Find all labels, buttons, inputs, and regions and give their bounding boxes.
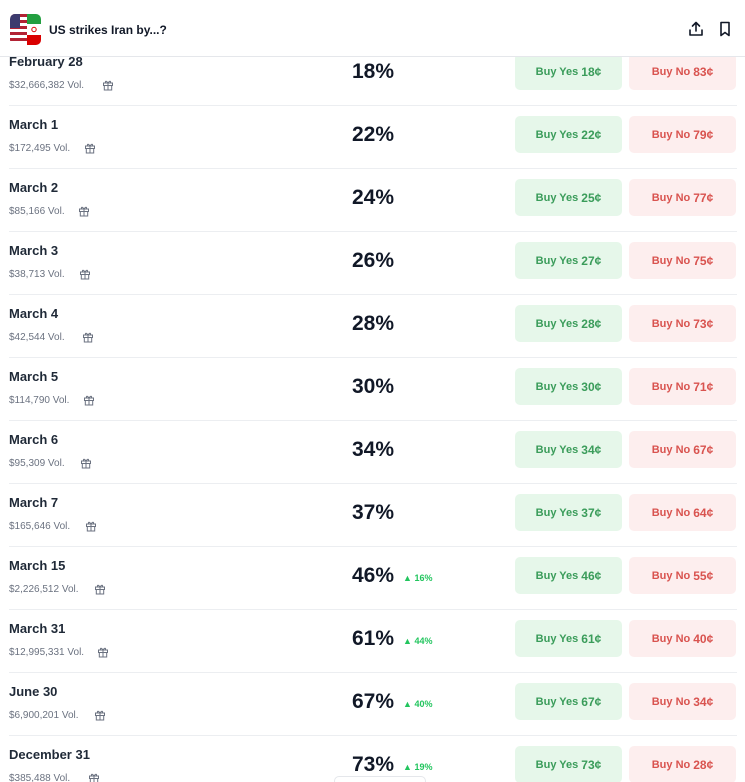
buy-no-button[interactable]: Buy No 40¢ — [629, 620, 736, 657]
up-arrow-icon: ▲ — [403, 699, 412, 709]
buy-no-button[interactable]: Buy No 55¢ — [629, 557, 736, 594]
outcome-date: December 31 — [9, 747, 90, 762]
buy-yes-button[interactable]: Buy Yes 25¢ — [515, 179, 622, 216]
outcome-date: March 2 — [9, 180, 59, 195]
buy-no-button[interactable]: Buy No 79¢ — [629, 116, 736, 153]
outcome-date: June 30 — [9, 684, 58, 699]
outcome-chance: 18% — [351, 60, 395, 83]
buy-yes-button[interactable]: Buy Yes 37¢ — [515, 494, 622, 531]
outcome-volume: $165,646 Vol. — [9, 521, 71, 532]
buy-yes-button[interactable]: Buy Yes 18¢ — [515, 53, 622, 90]
outcome-row: March 15 $2,226,512 Vol. 46% ▲ 16% Buy Y… — [9, 547, 737, 610]
outcome-volume: $95,309 Vol. — [9, 458, 65, 469]
outcome-date: March 4 — [9, 306, 59, 321]
outcome-volume: $32,666,382 Vol. — [9, 80, 85, 91]
outcome-chance: 34% — [351, 438, 395, 461]
outcome-row: June 30 $6,900,201 Vol. 67% ▲ 40% Buy Ye… — [9, 673, 737, 736]
outcome-row: March 7 $165,646 Vol. 37% Buy Yes 37¢ Buy… — [9, 484, 737, 547]
outcome-date: March 6 — [9, 432, 59, 447]
outcome-row: March 1 $172,495 Vol. 22% Buy Yes 22¢ Buy… — [9, 106, 737, 169]
outcome-row: March 5 $114,790 Vol. 30% Buy Yes 30¢ Buy… — [9, 358, 737, 421]
change-badge: ▲ 44% — [403, 636, 433, 646]
buy-no-button[interactable]: Buy No 83¢ — [629, 53, 736, 90]
market-title: US strikes Iran by...? — [49, 23, 167, 37]
up-arrow-icon: ▲ — [403, 573, 412, 583]
outcome-date: March 7 — [9, 495, 59, 510]
buy-no-button[interactable]: Buy No 77¢ — [629, 179, 736, 216]
buy-yes-button[interactable]: Buy Yes 28¢ — [515, 305, 622, 342]
us-iran-flag-icon — [10, 14, 41, 45]
outcome-date: March 3 — [9, 243, 59, 258]
gift-icon[interactable] — [82, 331, 94, 343]
buy-yes-button[interactable]: Buy Yes 61¢ — [515, 620, 622, 657]
outcome-row: March 6 $95,309 Vol. 34% Buy Yes 34¢ Buy … — [9, 421, 737, 484]
buy-no-button[interactable]: Buy No 28¢ — [629, 746, 736, 782]
change-badge: ▲ 19% — [403, 762, 433, 772]
outcome-volume: $385,488 Vol. — [9, 773, 71, 782]
outcome-volume: $12,995,331 Vol. — [9, 647, 85, 658]
outcome-row: March 3 $38,713 Vol. 26% Buy Yes 27¢ Buy … — [9, 232, 737, 295]
outcome-date: March 1 — [9, 117, 59, 132]
gift-icon[interactable] — [88, 772, 100, 782]
gift-icon[interactable] — [80, 457, 92, 469]
outcome-volume: $114,790 Vol. — [9, 395, 70, 406]
buy-yes-button[interactable]: Buy Yes 22¢ — [515, 116, 622, 153]
gift-icon[interactable] — [94, 709, 106, 721]
gift-icon[interactable] — [97, 646, 109, 658]
up-arrow-icon: ▲ — [403, 762, 412, 772]
buy-yes-button[interactable]: Buy Yes 30¢ — [515, 368, 622, 405]
bookmark-icon[interactable] — [716, 20, 734, 38]
outcome-chance: 24% — [351, 186, 395, 209]
outcome-chance: 26% — [351, 249, 395, 272]
outcome-chance: 37% — [351, 501, 395, 524]
outcome-volume: $172,495 Vol. — [9, 143, 71, 154]
gift-icon[interactable] — [83, 394, 95, 406]
buy-no-button[interactable]: Buy No 64¢ — [629, 494, 736, 531]
outcome-chance: 28% — [351, 312, 395, 335]
outcome-volume: $38,713 Vol. — [9, 269, 65, 280]
gift-icon[interactable] — [94, 583, 106, 595]
market-header: US strikes Iran by...? — [0, 0, 745, 57]
outcome-date: March 31 — [9, 621, 66, 636]
outcome-chance: 30% — [351, 375, 395, 398]
outcome-chance: 22% — [351, 123, 395, 146]
outcome-date: March 15 — [9, 558, 66, 573]
market-page: February 28 $32,666,382 Vol. 18% Buy Yes… — [0, 0, 745, 782]
gift-icon[interactable] — [84, 142, 96, 154]
outcome-row: March 2 $85,166 Vol. 24% Buy Yes 25¢ Buy … — [9, 169, 737, 232]
outcome-row: March 4 $42,544 Vol. 28% Buy Yes 28¢ Buy … — [9, 295, 737, 358]
gift-icon[interactable] — [85, 520, 97, 532]
buy-yes-button[interactable]: Buy Yes 46¢ — [515, 557, 622, 594]
outcome-volume: $2,226,512 Vol. — [9, 584, 79, 595]
change-badge: ▲ 16% — [403, 573, 433, 583]
buy-yes-button[interactable]: Buy Yes 27¢ — [515, 242, 622, 279]
scroll-indicator[interactable] — [334, 776, 426, 782]
buy-no-button[interactable]: Buy No 71¢ — [629, 368, 736, 405]
up-arrow-icon: ▲ — [403, 636, 412, 646]
change-badge: ▲ 40% — [403, 699, 433, 709]
outcome-volume: $6,900,201 Vol. — [9, 710, 79, 721]
outcome-date: March 5 — [9, 369, 59, 384]
buy-no-button[interactable]: Buy No 73¢ — [629, 305, 736, 342]
gift-icon[interactable] — [78, 205, 90, 217]
buy-yes-button[interactable]: Buy Yes 73¢ — [515, 746, 622, 782]
buy-no-button[interactable]: Buy No 67¢ — [629, 431, 736, 468]
share-icon[interactable] — [687, 20, 705, 38]
buy-no-button[interactable]: Buy No 34¢ — [629, 683, 736, 720]
gift-icon[interactable] — [79, 268, 91, 280]
buy-yes-button[interactable]: Buy Yes 34¢ — [515, 431, 622, 468]
buy-no-button[interactable]: Buy No 75¢ — [629, 242, 736, 279]
outcome-row: March 31 $12,995,331 Vol. 61% ▲ 44% Buy … — [9, 610, 737, 673]
outcome-volume: $85,166 Vol. — [9, 206, 65, 217]
gift-icon[interactable] — [102, 79, 114, 91]
outcome-volume: $42,544 Vol. — [9, 332, 65, 343]
buy-yes-button[interactable]: Buy Yes 67¢ — [515, 683, 622, 720]
